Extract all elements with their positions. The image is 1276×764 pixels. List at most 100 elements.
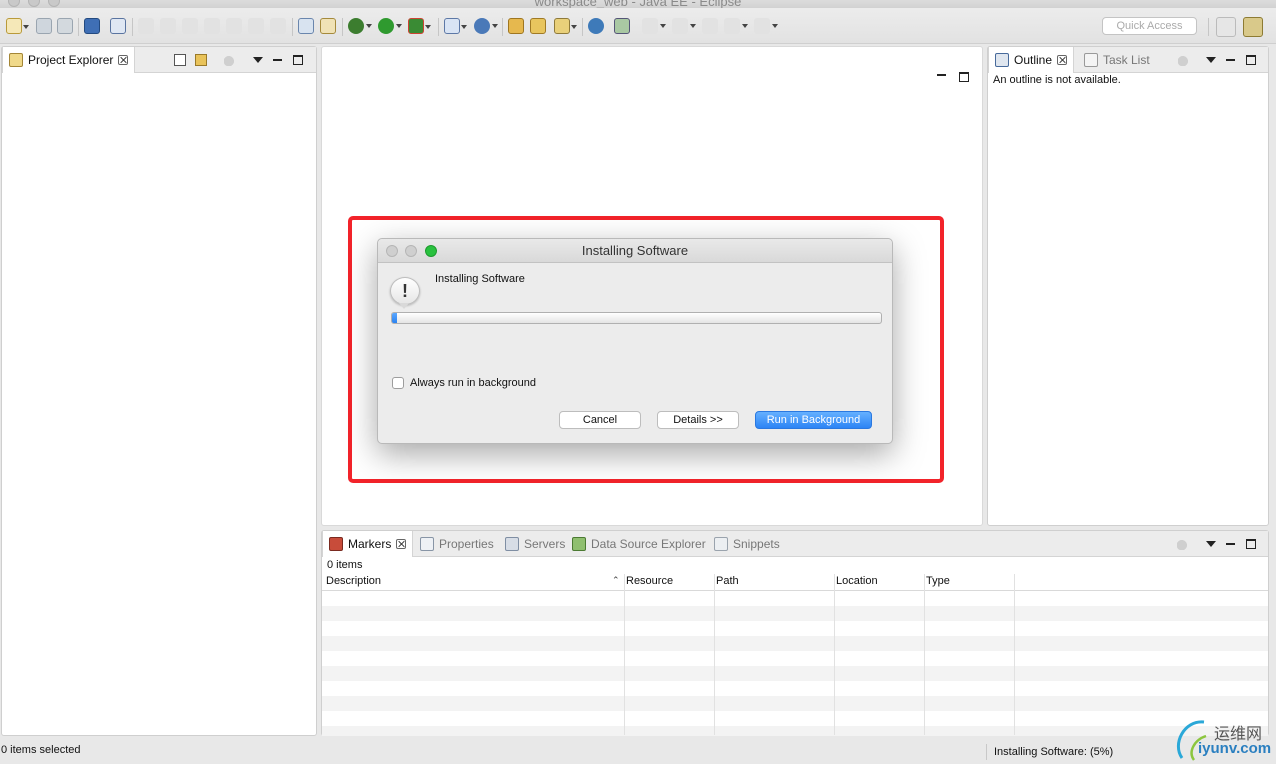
tab-markers[interactable]: Markers (322, 531, 414, 557)
search-wand-icon[interactable] (554, 18, 577, 34)
table-row (322, 696, 1268, 711)
editor-maximize-icon[interactable] (959, 72, 969, 82)
outline-message: An outline is not available. (993, 74, 1121, 86)
status-progress[interactable]: Installing Software: (5%) (994, 746, 1113, 758)
markers-minimize-icon[interactable] (1225, 538, 1237, 550)
link-with-editor-icon[interactable] (195, 54, 207, 66)
status-selection: 0 items selected (1, 744, 81, 756)
dialog-title: Installing Software (581, 243, 689, 258)
markers-icon (329, 537, 343, 551)
outline-panel: Outline Task List An outline is not avai… (987, 46, 1269, 526)
new-web-service-icon[interactable] (474, 18, 498, 34)
save-all-icon[interactable] (57, 18, 73, 34)
step-over-icon[interactable] (248, 18, 264, 34)
table-row (322, 726, 1268, 736)
terminate-icon[interactable] (182, 18, 198, 34)
markers-view-menu-icon[interactable] (1205, 538, 1217, 550)
previous-annotation-icon[interactable] (672, 18, 696, 34)
publish-icon[interactable] (320, 18, 336, 34)
tab-properties[interactable]: Properties (414, 531, 500, 557)
task-list-icon (1084, 53, 1098, 67)
resume-icon[interactable] (138, 18, 154, 34)
debug-icon[interactable] (348, 18, 372, 34)
maximize-icon[interactable] (293, 55, 303, 65)
new-wizard-icon[interactable] (6, 18, 29, 34)
suspend-icon[interactable] (160, 18, 176, 34)
outline-icon (995, 53, 1009, 67)
column-type[interactable]: Type (926, 575, 950, 587)
step-into-icon[interactable] (226, 18, 242, 34)
dialog-message: Installing Software (435, 273, 525, 285)
dialog-title-bar: Installing Software (378, 239, 892, 263)
annotation-icon[interactable] (614, 18, 630, 34)
tab-snippets[interactable]: Snippets (708, 531, 786, 557)
save-icon[interactable] (36, 18, 52, 34)
status-bar: 0 items selected Installing Software: (5… (0, 738, 1276, 764)
details-button[interactable]: Details >> (657, 411, 739, 429)
forward-arrow-icon[interactable] (754, 18, 778, 34)
installing-software-dialog: Installing Software ! Installing Softwar… (377, 238, 893, 444)
always-run-background-checkbox[interactable] (392, 377, 404, 389)
dialog-minimize-button[interactable] (405, 245, 417, 257)
dialog-close-button[interactable] (386, 245, 398, 257)
dialog-zoom-button[interactable] (425, 245, 437, 257)
tab-task-list[interactable]: Task List (1078, 47, 1156, 73)
run-icon[interactable] (378, 18, 402, 34)
tab-data-source-explorer[interactable]: Data Source Explorer (566, 531, 712, 557)
minimize-icon[interactable] (272, 54, 284, 66)
cancel-button[interactable]: Cancel (559, 411, 641, 429)
open-folder-icon[interactable] (530, 18, 546, 34)
column-path[interactable]: Path (716, 575, 739, 587)
table-row (322, 636, 1268, 651)
open-type-icon[interactable] (508, 18, 524, 34)
last-edit-icon[interactable] (702, 18, 718, 34)
editor-minimize-icon[interactable] (936, 69, 948, 81)
column-description[interactable]: Description (326, 575, 381, 587)
outline-minimize-icon[interactable] (1225, 54, 1237, 66)
open-perspective-icon[interactable] (1216, 17, 1236, 37)
markers-panel: Markers Properties Servers Data Source E… (321, 530, 1269, 736)
column-resource[interactable]: Resource (626, 575, 673, 587)
external-tools-icon[interactable] (408, 18, 431, 34)
focus-icon[interactable] (224, 54, 236, 66)
close-markers-tab-icon[interactable] (396, 539, 407, 549)
main-toolbar: Quick Access (0, 8, 1276, 44)
back-arrow-icon[interactable] (724, 18, 748, 34)
column-location[interactable]: Location (836, 575, 878, 587)
window-title-bar: workspace_web - Java EE - Eclipse (0, 0, 1276, 8)
close-outline-tab-icon[interactable] (1057, 55, 1068, 65)
properties-icon (420, 537, 434, 551)
tab-outline[interactable]: Outline (988, 47, 1075, 73)
always-run-background-row[interactable]: Always run in background (392, 377, 536, 389)
java-ee-perspective-icon[interactable] (1243, 17, 1263, 37)
servers-icon (505, 537, 519, 551)
step-return-icon[interactable] (270, 18, 286, 34)
tab-servers[interactable]: Servers (499, 531, 571, 557)
window-title: workspace_web - Java EE - Eclipse (534, 0, 742, 8)
markers-item-count: 0 items (327, 559, 363, 571)
outline-maximize-icon[interactable] (1246, 55, 1256, 65)
information-icon: ! (390, 277, 420, 309)
globe-icon[interactable] (588, 18, 604, 34)
data-source-icon (572, 537, 586, 551)
server-icon[interactable] (298, 18, 314, 34)
run-in-background-button[interactable]: Run in Background (755, 411, 872, 429)
table-row (322, 606, 1268, 621)
next-annotation-icon[interactable] (642, 18, 666, 34)
view-menu-icon[interactable] (252, 54, 264, 66)
close-tab-icon[interactable] (118, 55, 129, 65)
progress-fill (392, 313, 397, 323)
tab-project-explorer[interactable]: Project Explorer (2, 47, 136, 73)
new-server-icon[interactable] (444, 18, 467, 34)
collapse-all-icon[interactable] (174, 54, 186, 66)
markers-maximize-icon[interactable] (1246, 539, 1256, 549)
disconnect-icon[interactable] (204, 18, 220, 34)
watermark-logo: 运维网 iyunv.com (1170, 714, 1276, 764)
quick-access-field[interactable]: Quick Access (1102, 17, 1197, 35)
always-run-background-label: Always run in background (410, 377, 536, 389)
terminal-icon[interactable] (84, 18, 100, 34)
outline-view-menu-icon[interactable] (1205, 54, 1217, 66)
markers-focus-icon[interactable] (1177, 538, 1189, 550)
skip-breakpoints-icon[interactable] (110, 18, 126, 34)
outline-focus-icon[interactable] (1178, 54, 1190, 66)
